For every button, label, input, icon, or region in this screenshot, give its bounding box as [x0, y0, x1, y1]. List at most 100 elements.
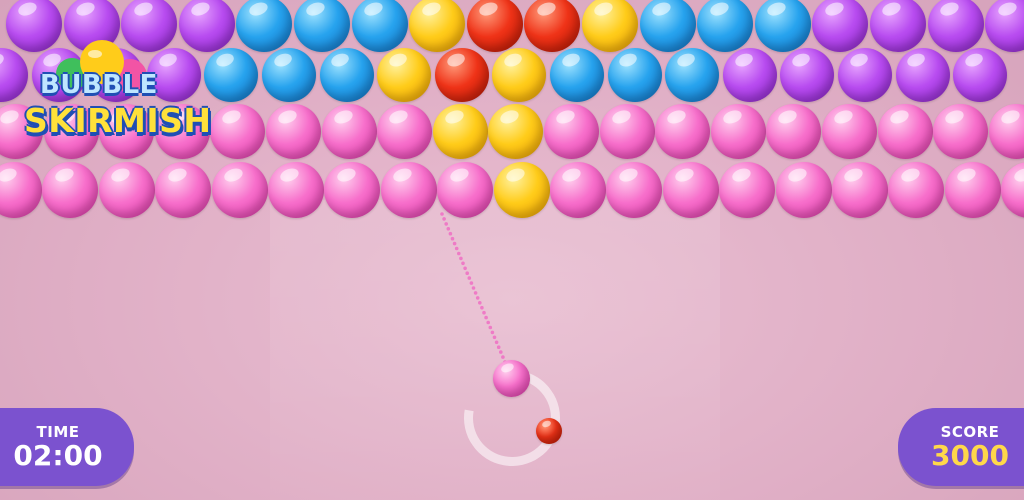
bubble-blue: [639, 0, 696, 52]
aim-dot: [461, 261, 465, 266]
bubble-pink: [155, 162, 212, 218]
bubble-pink: [380, 162, 437, 218]
bubble-yellow: [493, 162, 550, 218]
aim-dot: [475, 296, 480, 300]
bubble-pink: [877, 104, 933, 159]
bubble-yellow: [432, 104, 488, 159]
aim-dot: [494, 340, 499, 345]
aim-dot: [484, 315, 488, 320]
bubble-purple: [953, 48, 1008, 102]
bubble-pink: [321, 104, 377, 159]
bubble-purple: [812, 0, 869, 52]
bubble-purple: [985, 0, 1024, 52]
game-logo: BUBBLE SKIRMISH: [22, 34, 211, 159]
bubble-red: [434, 48, 489, 102]
bubble-purple: [838, 48, 892, 102]
bubble-blue: [294, 0, 350, 52]
bubble-blue: [351, 0, 408, 52]
aim-dot: [448, 231, 453, 236]
aim-dot: [457, 251, 461, 256]
bubble-blue: [204, 48, 259, 102]
score-value: 3000: [931, 439, 1009, 473]
bubble-purple: [927, 0, 984, 52]
bubble-pink: [1001, 162, 1024, 218]
bubble-pink: [268, 162, 324, 218]
bubble-pink: [437, 162, 494, 218]
time-value: 02:00: [13, 439, 103, 473]
aim-dot: [467, 276, 472, 280]
bubble-pink: [710, 104, 766, 159]
bubble-pink: [662, 162, 719, 218]
bubble-yellow: [492, 48, 547, 102]
aim-dot: [473, 291, 478, 295]
aim-dot: [459, 256, 463, 261]
bubble-blue: [665, 48, 720, 102]
bubble-yellow: [582, 0, 638, 52]
bubble-pink: [832, 162, 888, 218]
bubble-yellow: [377, 48, 432, 102]
logo-word-skirmish: SKIRMISH: [24, 101, 212, 140]
aim-dot: [488, 325, 493, 330]
bubble-blue: [754, 0, 811, 52]
bubble-pink: [606, 162, 663, 218]
aim-dot: [465, 271, 470, 276]
bubble-pink: [0, 162, 42, 218]
aim-dot: [471, 286, 476, 290]
aim-dot: [463, 266, 467, 271]
bubble-pink: [888, 162, 945, 218]
bubble-purple: [895, 48, 950, 102]
aim-dot: [492, 335, 497, 340]
bubble-pink: [944, 162, 1001, 218]
logo-word-bubble: BUBBLE: [40, 70, 158, 100]
bubble-purple: [722, 48, 777, 102]
bubble-blue: [550, 48, 604, 102]
time-panel: TIME 02:00: [0, 408, 134, 486]
bubble-yellow: [409, 0, 466, 52]
bubble-pink: [210, 104, 266, 159]
bubble-purple: [870, 0, 926, 52]
bubble-pink: [211, 162, 268, 218]
score-panel: SCORE 3000: [898, 408, 1024, 486]
bubble-pink: [822, 104, 877, 159]
aim-dot: [478, 301, 482, 305]
aim-dot: [496, 345, 501, 350]
aim-dot: [490, 330, 495, 335]
bubble-blue: [236, 0, 293, 52]
bubble-yellow: [488, 104, 544, 159]
bubble-pink: [550, 162, 606, 218]
aim-dot: [442, 217, 446, 221]
aim-dot: [482, 310, 486, 315]
aim-dot: [469, 281, 474, 285]
bubble-pink: [377, 104, 433, 159]
bubble-pink: [775, 162, 832, 218]
aim-dot: [446, 227, 451, 231]
aim-dot: [499, 350, 503, 354]
bubble-pink: [266, 104, 321, 159]
bubble-pink: [42, 162, 99, 218]
bubble-blue: [697, 0, 754, 52]
bubble-pink: [98, 162, 155, 218]
aim-dot: [486, 320, 491, 325]
aim-dot: [452, 241, 457, 246]
bubble-blue: [319, 48, 374, 102]
bubble-red: [466, 0, 523, 52]
bubble-purple: [780, 48, 835, 102]
bubble-pink: [719, 162, 776, 218]
bubble-pink: [933, 104, 989, 159]
aim-dot: [444, 222, 449, 226]
aim-dot: [480, 305, 484, 310]
bubble-blue: [607, 48, 662, 102]
bubble-blue: [262, 48, 316, 102]
aim-dot: [450, 236, 455, 241]
bubble-pink: [988, 104, 1024, 159]
current-bubble[interactable]: [493, 360, 530, 397]
bubble-pink: [599, 104, 655, 159]
bubble-red: [524, 0, 581, 52]
aim-dot: [454, 246, 459, 251]
bubble-pink: [544, 104, 599, 159]
bubble-purple: [178, 0, 235, 52]
aim-dot: [440, 212, 444, 216]
bubble-pink: [655, 104, 711, 159]
aim-dot: [501, 355, 505, 359]
next-bubble[interactable]: [536, 418, 562, 444]
